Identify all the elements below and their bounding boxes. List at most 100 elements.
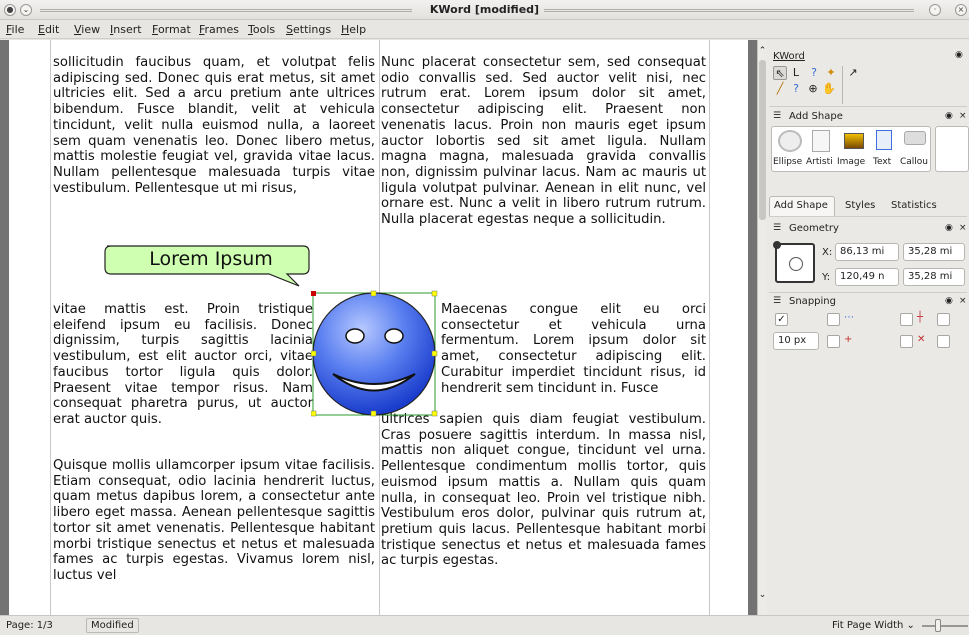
menu-edit[interactable]: Edit [38,23,59,36]
menu-tools[interactable]: Tools [248,23,275,36]
anchor-topleft-icon[interactable] [773,241,781,249]
tab-statistics[interactable]: Statistics [891,200,937,211]
snapping-close-icon[interactable]: × [959,296,967,306]
menu-file[interactable]: File [6,23,24,36]
shape-label-image[interactable]: Image [837,157,865,167]
help-tool-2-icon[interactable]: ? [789,82,803,96]
snap-grid-checkbox[interactable] [827,313,840,326]
toolbox-divider [842,66,843,104]
title-bar: ● ⌄ KWord [modified] · × [0,0,969,20]
y-position-spinbox[interactable]: 120,49 n [835,268,899,286]
snap-distance-value: 10 px [778,335,807,346]
snapping-float-icon[interactable]: ◉ [945,296,953,306]
menu-help[interactable]: Help [341,23,366,36]
left-column-text-mid[interactable]: vitae mattis est. Proin tristique eleife… [53,302,313,428]
add-shape-float-icon[interactable]: ◉ [945,111,953,121]
zoom-slider[interactable] [922,625,968,627]
snap-distance-spinbox[interactable]: 10 px [773,332,819,350]
tabs-baseline [769,216,967,217]
snap-grid-icon: ⋯ [844,312,854,323]
scroll-up-icon[interactable]: ⌃ [758,46,767,56]
select-tool-icon[interactable]: ⇖ [773,66,787,80]
snap-extension-checkbox[interactable] [827,335,840,348]
snapping-title: Snapping [789,296,836,307]
height-spinbox[interactable]: 35,28 mi [903,268,965,286]
snapping-collapse-icon[interactable]: ☰ [773,296,781,306]
toolbox-float-icon[interactable]: ◉ [955,50,963,60]
x-position-spinbox[interactable]: 86,13 mi [835,243,899,261]
zoom-tool-icon[interactable]: ⊕ [806,82,820,96]
zoom-mode-select[interactable]: Fit Page Width ⌄ [832,620,915,631]
artistic-text-icon[interactable] [812,130,830,152]
shape-label-text[interactable]: Text [873,157,891,167]
callout-text[interactable]: Lorem Ipsum [105,248,317,270]
page[interactable]: sollicitudin faucibus quam, et volutpat … [9,40,748,615]
left-column-text-bottom[interactable]: Quisque mollis ullamcorper ipsum vitae f… [53,458,375,584]
document-canvas[interactable]: sollicitudin faucibus quam, et volutpat … [0,40,757,615]
chevron-down-icon: ⌄ [906,620,915,631]
menu-format[interactable]: Format [152,23,191,36]
shape-label-artistic[interactable]: Artisti [806,157,833,167]
callout-shape-icon[interactable] [904,131,926,145]
x-label: X: [822,247,833,258]
height-value: 35,28 mi [908,271,953,282]
docker-panel: KWord ◉ ⇖ Ⅼ ? ✦ ↗ ╱ ? ⊕ ✋ ☰ Add Shape ◉ … [767,40,969,615]
toolbox-title: KWord [773,51,805,62]
help-tool-icon[interactable]: ? [807,66,821,80]
shape-label-ellipse[interactable]: Ellipse [773,157,802,167]
title-grip-right [544,9,914,12]
right-column-text-bottom[interactable]: ultrices sapien quis diam feugiat vestib… [381,412,706,569]
path-tool-icon[interactable]: Ⅼ [789,66,803,80]
snap-orthogonal-checkbox[interactable] [900,313,913,326]
tab-add-shape-label: Add Shape [774,200,828,211]
menu-view[interactable]: View [74,23,100,36]
menu-insert[interactable]: Insert [110,23,142,36]
shape-label-callout[interactable]: Callou [900,157,928,167]
snap-enable-checkbox[interactable]: ✓ [775,313,788,326]
docker-separator-2 [769,292,967,293]
width-value: 35,28 mi [908,246,953,257]
menu-frames[interactable]: Frames [199,23,239,36]
connector-tool-icon[interactable]: ✦ [824,66,838,80]
snap-orthogonal-icon: ┼ [917,312,924,323]
add-shape-collapse-icon[interactable]: ☰ [773,111,781,121]
column-border-left [50,40,51,615]
docker-separator-1 [769,106,967,107]
geometry-collapse-icon[interactable]: ☰ [773,223,781,233]
width-spinbox[interactable]: 35,28 mi [903,243,965,261]
snap-bbox-checkbox[interactable] [937,335,950,348]
smiley-shape[interactable] [311,289,441,417]
snap-intersection-checkbox[interactable] [900,335,913,348]
minimize-icon[interactable]: · [929,4,941,16]
tab-styles[interactable]: Styles [845,200,875,211]
y-label: Y: [822,272,831,283]
ellipse-shape-icon[interactable] [778,130,802,152]
image-shape-icon[interactable] [844,133,864,149]
geometry-float-icon[interactable]: ◉ [945,223,953,233]
geometry-close-icon[interactable]: × [959,223,967,233]
scrollbar-thumb[interactable] [759,60,766,220]
right-column-text-mid[interactable]: Maecenas congue elit eu orci consectetur… [441,302,706,396]
text-shape-icon[interactable] [876,130,892,150]
zoom-slider-handle[interactable] [935,619,941,632]
modified-indicator: Modified [86,618,139,633]
pencil-tool-icon[interactable]: ╱ [773,82,787,96]
gradient-tool-icon[interactable]: ↗ [846,66,860,80]
menu-settings[interactable]: Settings [286,23,331,36]
add-shape-title: Add Shape [789,111,843,122]
x-position-value: 86,13 mi [840,246,885,257]
scroll-down-icon[interactable]: ⌄ [758,590,767,600]
anchor-point-selector[interactable] [773,241,815,283]
shape-gallery: Ellipse Artisti Image Text Callou [771,126,931,172]
anchor-center-icon[interactable] [789,257,803,271]
snap-intersection-icon: ✕ [917,334,926,345]
shape-gallery-overflow[interactable] [935,126,969,172]
close-icon[interactable]: × [955,4,967,16]
left-column-text-top[interactable]: sollicitudin faucibus quam, et volutpat … [53,55,375,196]
page-indicator: Page: 1/3 [6,620,53,631]
pan-tool-icon[interactable]: ✋ [822,82,836,96]
add-shape-close-icon[interactable]: × [959,111,967,121]
snap-node-checkbox[interactable] [937,313,950,326]
right-column-text-top[interactable]: Nunc placerat consectetur sem, sed conse… [381,55,706,228]
document-scrollbar[interactable]: ⌃ ⌄ [757,40,767,615]
